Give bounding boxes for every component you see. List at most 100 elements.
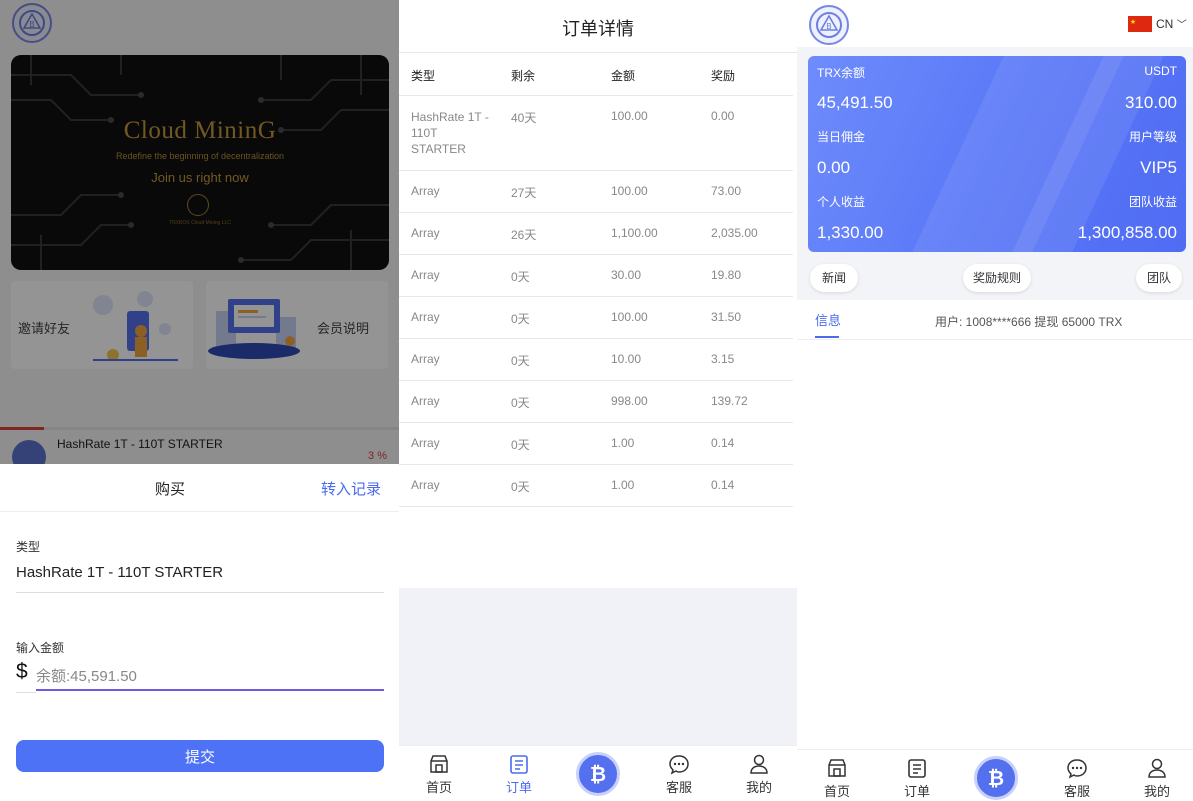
cell-amount: 1.00 — [611, 436, 635, 450]
table-row[interactable]: Array 0天 30.00 19.80 — [399, 255, 793, 297]
type-label: 类型 — [16, 540, 41, 554]
table-row[interactable]: Array 0天 998.00 139.72 — [399, 381, 793, 423]
column-header-amount: 金额 — [611, 69, 636, 83]
cell-amount: 1.00 — [611, 478, 635, 492]
bitcoin-center-button[interactable]: ₿ — [576, 752, 620, 796]
cell-reward: 19.80 — [711, 268, 742, 282]
cell-reward: 3.15 — [711, 352, 735, 366]
bitcoin-center-button[interactable]: ₿ — [974, 756, 1018, 800]
user-level-label: 用户等级 — [1128, 130, 1177, 144]
commission-label: 当日佣金 — [817, 130, 866, 144]
trx-balance-label: TRX余额 — [817, 66, 866, 80]
tab-mine[interactable]: 我的 — [729, 750, 789, 796]
team-income-value: 1,300,858.00 — [1077, 223, 1177, 242]
table-row[interactable]: HashRate 1T - 110T STARTER 40天 100.00 0.… — [399, 96, 793, 171]
china-flag-icon[interactable]: ★ — [1128, 16, 1152, 32]
cell-type: Array — [411, 436, 440, 450]
tab-home[interactable]: 首页 — [409, 750, 469, 796]
amount-label: 输入金额 — [16, 641, 65, 655]
reward-rules-button[interactable]: 奖励规则 — [963, 264, 1031, 292]
news-button[interactable]: 新闻 — [810, 264, 858, 292]
cell-type: Array — [411, 226, 440, 240]
home-panel: B ★ CN ﹀ TRX余额 USDT 45,491.50 310.00 当日佣… — [797, 0, 1193, 801]
tab-mine[interactable]: 我的 — [1127, 754, 1187, 800]
column-header-reward: 奖励 — [711, 69, 736, 83]
usdt-value: 310.00 — [1125, 93, 1177, 112]
store-icon — [828, 759, 846, 777]
commission-value: 0.00 — [817, 158, 851, 177]
app-logo-icon: B — [809, 5, 849, 45]
type-divider — [16, 592, 384, 593]
cell-amount: 100.00 — [611, 109, 648, 123]
submit-button[interactable]: 提交 — [16, 740, 384, 772]
tab-service[interactable]: 客服 — [649, 750, 709, 796]
language-label: CN — [1156, 17, 1174, 31]
tab-orders-label: 订单 — [505, 780, 532, 795]
cell-type: Array — [411, 184, 440, 198]
cell-reward: 139.72 — [711, 394, 748, 408]
bitcoin-icon: ₿ — [988, 766, 1004, 790]
tab-orders[interactable]: 订单 — [489, 750, 549, 796]
tab-service-label: 客服 — [665, 780, 692, 795]
chevron-down-icon: ﹀ — [1176, 20, 1187, 31]
modal-overlay[interactable] — [0, 0, 399, 464]
cell-reward: 73.00 — [711, 184, 742, 198]
column-header-remaining: 剩余 — [511, 69, 536, 83]
bottom-tabbar: 首页 订单 ₿ 客服 我的 — [399, 745, 797, 801]
tab-orders-label: 订单 — [903, 784, 930, 799]
svg-text:₿: ₿ — [590, 762, 606, 786]
tab-service[interactable]: 客服 — [1047, 754, 1107, 800]
amount-input[interactable] — [36, 663, 384, 691]
buy-sheet-title: 购买 — [154, 481, 185, 498]
table-row[interactable]: Array 0天 1.00 0.14 — [399, 465, 793, 507]
svg-text:₿: ₿ — [988, 766, 1004, 790]
purchase-panel: B Cloud MininG Redefine the beginning of… — [0, 0, 399, 801]
cell-remaining: 40天 — [511, 111, 537, 125]
cell-reward: 0.00 — [711, 109, 735, 123]
table-row[interactable]: Array 0天 100.00 31.50 — [399, 297, 793, 339]
table-row[interactable]: Array 26天 1,100.00 2,035.00 — [399, 213, 793, 255]
language-selector[interactable]: CN ﹀ — [1156, 16, 1187, 31]
cell-remaining: 26天 — [511, 228, 537, 242]
tab-home-label: 首页 — [823, 784, 850, 799]
table-row[interactable]: Array 0天 1.00 0.14 — [399, 423, 793, 465]
tab-info-indicator — [815, 336, 839, 338]
tab-mine-label: 我的 — [745, 780, 772, 795]
cell-type: Array — [411, 478, 440, 492]
cell-remaining: 27天 — [511, 186, 537, 200]
personal-income-label: 个人收益 — [817, 195, 866, 209]
transfer-records-link[interactable]: 转入记录 — [321, 478, 381, 499]
table-row[interactable]: Array 27天 100.00 73.00 — [399, 171, 793, 213]
bottom-tabbar: 首页 订单 ₿ 客服 我的 — [797, 749, 1193, 801]
cell-remaining: 0天 — [511, 354, 530, 368]
orders-header: 订单详情 — [399, 0, 797, 53]
tab-info[interactable]: 信息 — [815, 310, 841, 329]
orders-empty-area — [399, 588, 797, 746]
user-level-value: VIP5 — [1140, 158, 1177, 177]
cell-reward: 0.14 — [711, 478, 735, 492]
cell-type: HashRate 1T - 110T STARTER — [411, 110, 489, 156]
chat-icon — [669, 755, 689, 775]
table-header: 类型 剩余 金额 奖励 — [399, 53, 793, 96]
team-button[interactable]: 团队 — [1136, 264, 1182, 292]
cell-type: Array — [411, 352, 440, 366]
cell-amount: 100.00 — [611, 310, 648, 324]
notice-bar: 信息 用户: 1008****666 提现 65000 TRX — [797, 300, 1193, 340]
cell-type: Array — [411, 310, 440, 324]
notice-marquee-text: 用户: 1008****666 提现 65000 TRX — [935, 315, 1123, 329]
cell-amount: 10.00 — [611, 352, 642, 366]
table-row[interactable]: Array 0天 10.00 3.15 — [399, 339, 793, 381]
tab-orders[interactable]: 订单 — [887, 754, 947, 800]
cell-reward: 31.50 — [711, 310, 742, 324]
tab-home[interactable]: 首页 — [807, 754, 867, 800]
orders-panel: 订单详情 类型 剩余 金额 奖励 HashRate 1T - 110T STAR… — [399, 0, 797, 801]
usdt-label: USDT — [1144, 64, 1177, 78]
cell-type: Array — [411, 268, 440, 282]
cell-remaining: 0天 — [511, 396, 530, 410]
svg-text:★: ★ — [1130, 18, 1136, 26]
user-icon — [750, 754, 768, 774]
chat-icon — [1067, 759, 1087, 779]
buy-sheet: 购买 转入记录 类型 HashRate 1T - 110T STARTER 输入… — [0, 464, 399, 801]
cell-remaining: 0天 — [511, 480, 530, 494]
trx-balance-value: 45,491.50 — [817, 93, 893, 112]
